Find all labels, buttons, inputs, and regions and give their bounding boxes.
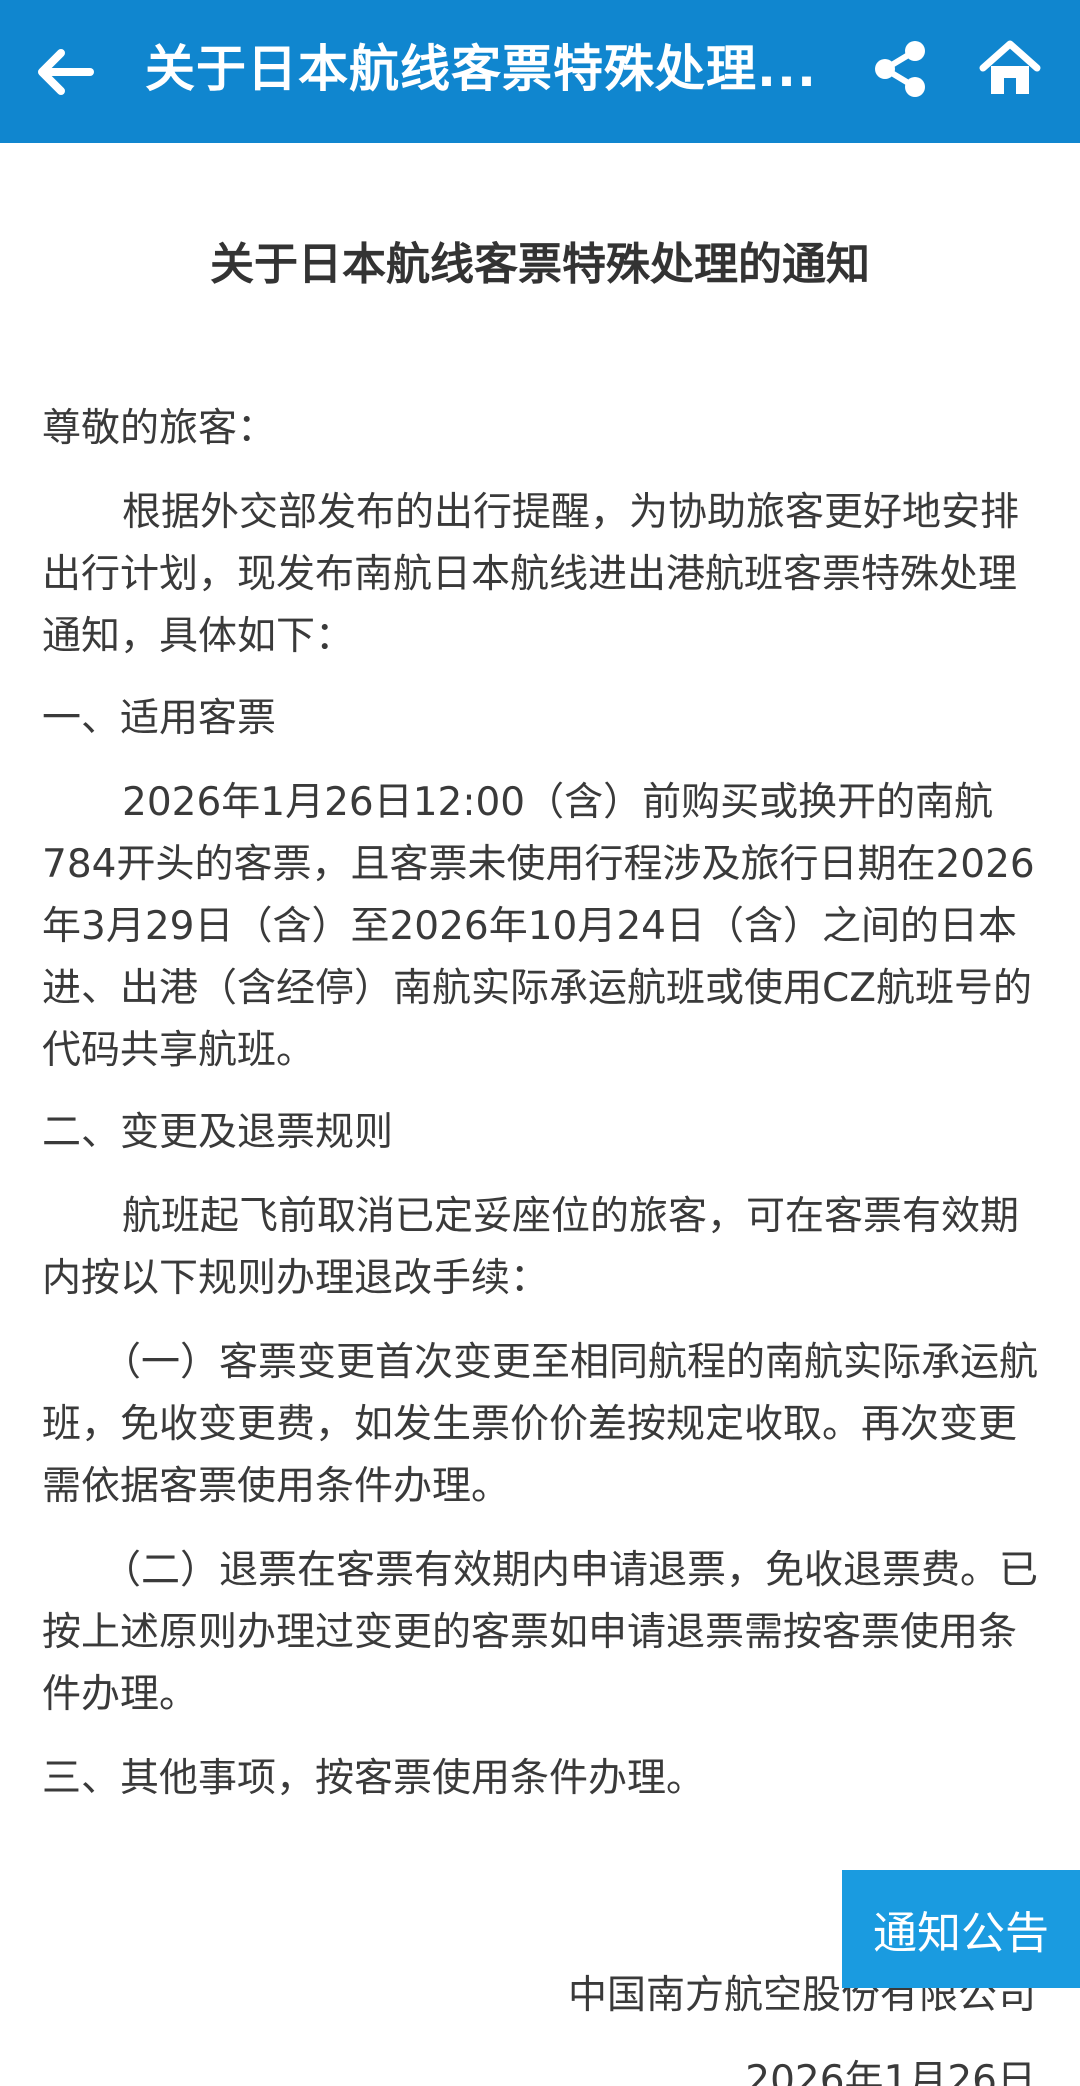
top-app-bar: 关于日本航线客票特殊处理... <box>0 0 1080 143</box>
rule-refund: （二）退票在客票有效期内申请退票，免收退票费。已按上述原则办理过变更的客票如申请… <box>42 1548 1039 1717</box>
section1-heading: 一、适用客票 <box>42 696 277 741</box>
back-button[interactable] <box>30 40 100 104</box>
notice-announcement-button[interactable]: 通知公告 <box>842 1870 1080 1988</box>
notice-content: 关于日本航线客票特殊处理的通知 尊敬的旅客： 根据外交部发布的出行提醒，为协助旅… <box>42 220 1038 1810</box>
home-icon <box>979 40 1041 94</box>
rule-change: （一）客票变更首次变更至相同航程的南航实际承运航班，免收变更费，如发生票价价差按… <box>42 1340 1039 1509</box>
section2-body: 航班起飞前取消已定妥座位的旅客，可在客票有效期内按以下规则办理退改手续： <box>42 1194 1020 1301</box>
document-title: 关于日本航线客票特殊处理的通知 <box>210 239 870 290</box>
section1-body: 2026年1月26日12:00（含）前购买或换开的南航784开头的客票，且客票未… <box>42 780 1035 1073</box>
page-title: 关于日本航线客票特殊处理... <box>145 40 817 98</box>
page: 关于日本航线客票特殊处理... 关于日本航线客票特殊处理的通知 尊敬的旅客： 根… <box>0 0 1080 2086</box>
intro-paragraph: 根据外交部发布的出行提醒，为协助旅客更好地安排出行计划，现发布南航日本航线进出港… <box>42 490 1020 659</box>
greeting: 尊敬的旅客： <box>42 406 277 451</box>
arrow-left-icon <box>38 49 94 95</box>
share-icon <box>875 41 925 97</box>
section2-heading: 二、变更及退票规则 <box>42 1110 394 1155</box>
section3: 三、其他事项，按客票使用条件办理。 <box>42 1756 706 1801</box>
home-button[interactable] <box>975 34 1045 104</box>
date: 2026年1月26日 <box>745 2058 1036 2086</box>
share-button[interactable] <box>865 34 935 104</box>
